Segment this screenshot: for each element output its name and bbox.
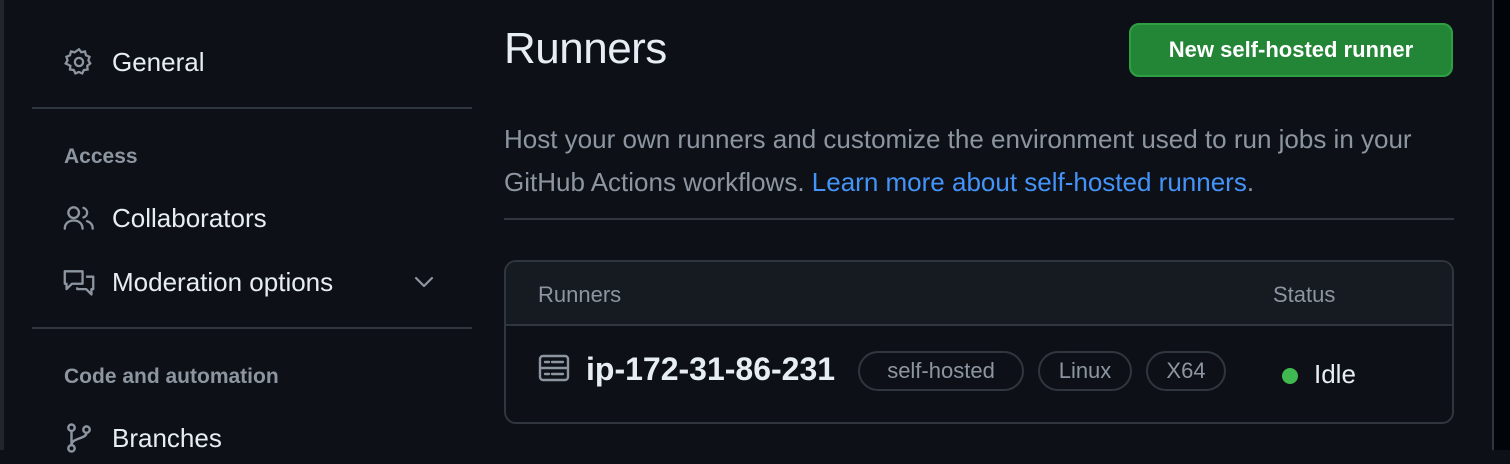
server-icon xyxy=(538,352,570,384)
sidebar-item-collaborators[interactable]: Collaborators xyxy=(32,192,472,244)
scrollbar-track[interactable] xyxy=(1492,0,1510,450)
sidebar-item-label: General xyxy=(112,46,205,77)
page-title: Runners xyxy=(504,24,667,73)
sidebar-item-label: Branches xyxy=(112,422,222,453)
runner-label: Linux xyxy=(1038,351,1132,391)
chevron-down-icon[interactable] xyxy=(410,268,438,296)
gear-icon xyxy=(63,46,95,78)
new-self-hosted-runner-button[interactable]: New self-hosted runner xyxy=(1129,23,1453,77)
column-header-runners: Runners xyxy=(538,282,622,307)
description-period: . xyxy=(1246,167,1255,197)
section-divider xyxy=(504,218,1454,220)
table-row[interactable]: ip-172-31-86-231 self-hosted Linux X64 I… xyxy=(506,326,1452,422)
runner-name-link[interactable]: ip-172-31-86-231 xyxy=(586,351,835,388)
sidebar-item-moderation[interactable]: Moderation options xyxy=(32,256,472,308)
table-header: Runners Status xyxy=(506,262,1452,326)
git-branch-icon xyxy=(63,422,95,454)
runner-status: Idle xyxy=(1314,359,1356,389)
sidebar-item-label: Moderation options xyxy=(112,266,334,297)
sidebar-item-general[interactable]: General xyxy=(32,36,472,88)
status-dot-icon xyxy=(1282,368,1298,384)
left-border xyxy=(0,0,4,450)
runner-label: X64 xyxy=(1146,351,1226,391)
column-header-status: Status xyxy=(1273,282,1336,307)
runners-page: Runners New self-hosted runner Host your… xyxy=(504,0,1454,450)
sidebar-item-label: Collaborators xyxy=(112,202,267,233)
section-heading-code-automation: Code and automation xyxy=(64,365,279,388)
runners-table: Runners Status ip-172-31-86-231 self-hos… xyxy=(504,260,1454,424)
comment-discussion-icon xyxy=(63,266,95,298)
sidebar-item-branches[interactable]: Branches xyxy=(32,412,472,464)
people-icon xyxy=(63,202,95,234)
sidebar-divider xyxy=(32,107,472,109)
settings-sidebar: General Access Collaborators Moderation … xyxy=(32,0,472,453)
section-heading-access: Access xyxy=(64,145,138,168)
page-description: Host your own runners and customize the … xyxy=(504,118,1454,204)
runner-label: self-hosted xyxy=(858,351,1024,391)
learn-more-link[interactable]: Learn more about self-hosted runners xyxy=(812,167,1247,197)
sidebar-divider xyxy=(32,327,472,329)
